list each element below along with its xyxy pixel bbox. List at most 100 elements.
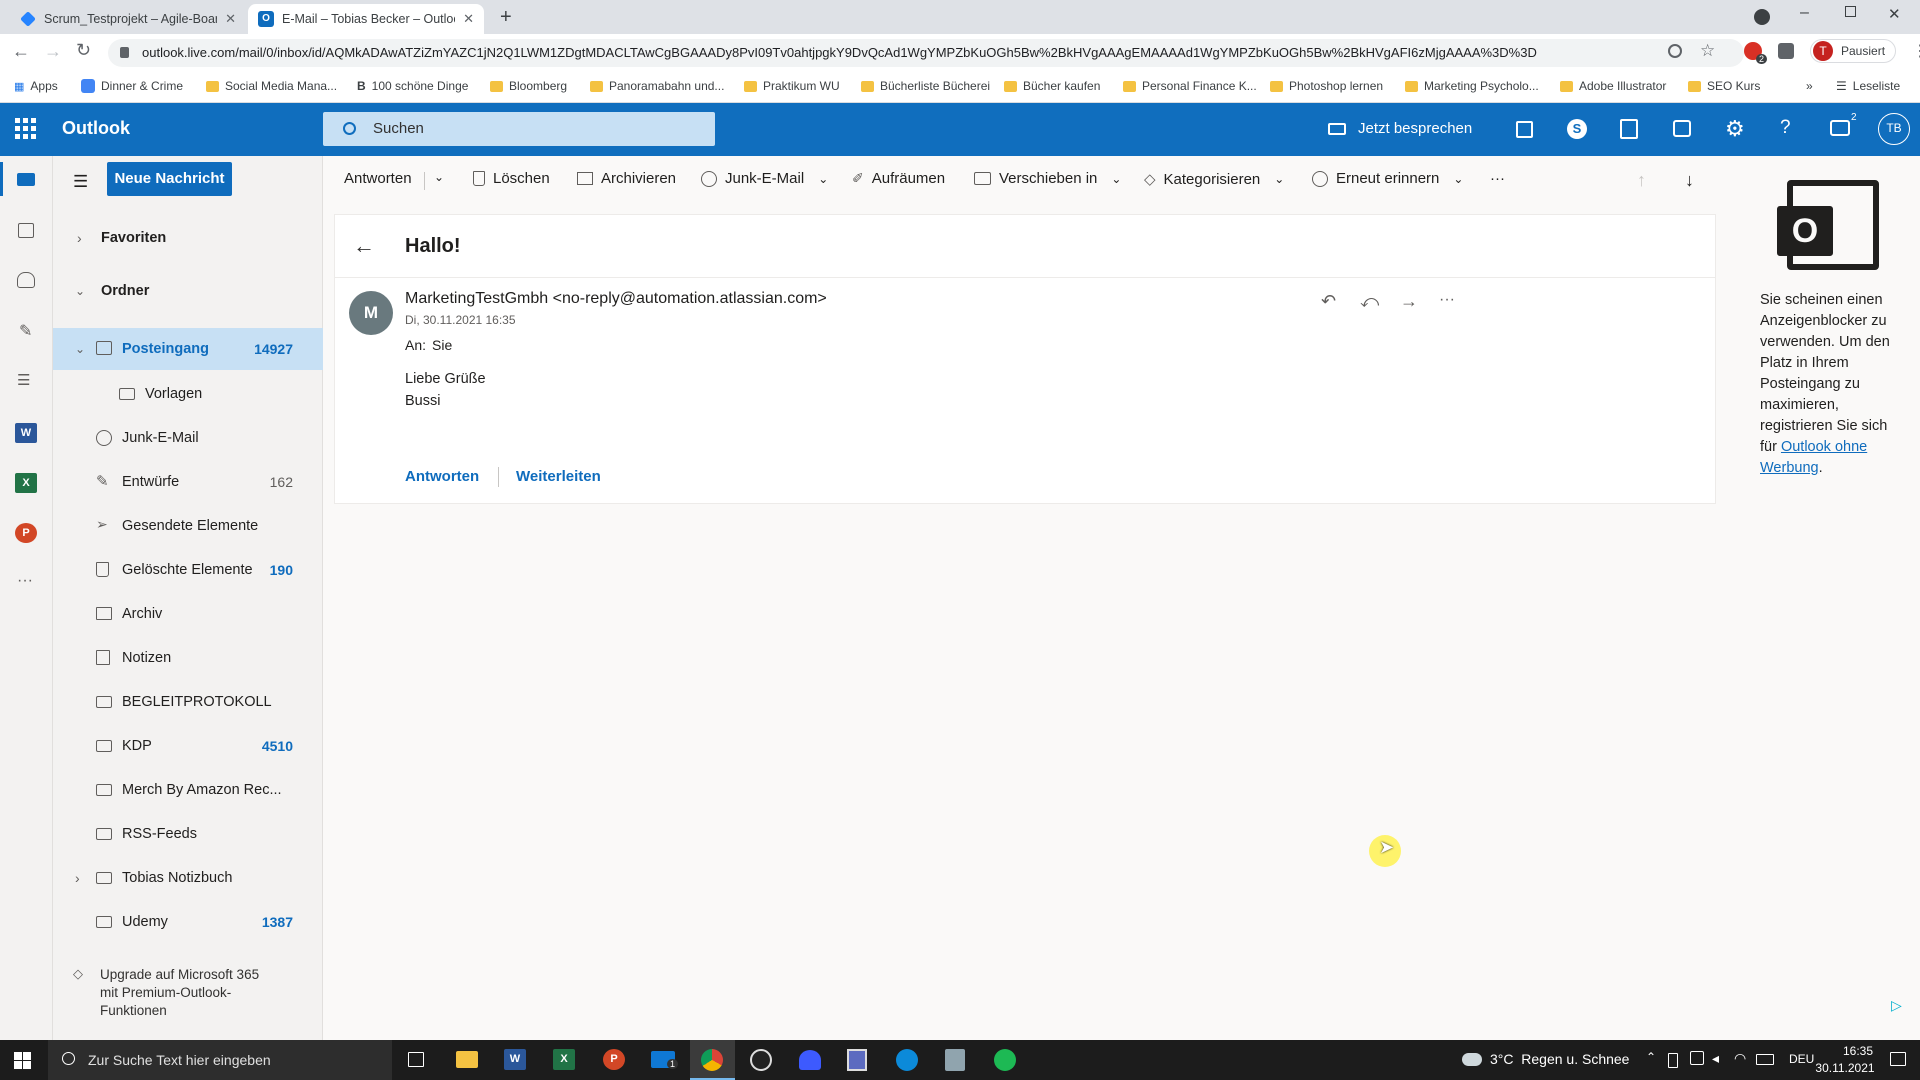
folder-inbox[interactable]: ⌄ Posteingang 14927: [53, 328, 323, 370]
bookmark-star-icon[interactable]: ☆: [1700, 41, 1715, 61]
browser-tab-outlook[interactable]: O E-Mail – Tobias Becker – Outlook ✕: [248, 4, 484, 34]
keyboard-icon[interactable]: [1756, 1054, 1774, 1065]
favorites-header[interactable]: › Favoriten: [53, 218, 323, 258]
bookmark-item[interactable]: SEO Kurs: [1688, 79, 1760, 93]
bookmark-item[interactable]: Dinner & Crime: [81, 79, 183, 93]
taskbar-search-box[interactable]: Zur Suche Text hier eingeben: [48, 1040, 392, 1080]
notification-center-icon[interactable]: [1890, 1052, 1906, 1066]
browser-menu-icon[interactable]: ⋮: [1912, 41, 1920, 61]
close-tab-icon[interactable]: ✕: [225, 11, 236, 27]
chrome-taskbar-icon[interactable]: [701, 1049, 723, 1071]
bookmark-apps[interactable]: ▦ Apps: [14, 79, 58, 93]
junk-button[interactable]: Junk-E-Mail ⌄: [701, 170, 828, 187]
powerpoint-taskbar-icon[interactable]: P: [603, 1049, 625, 1070]
zoom-icon[interactable]: [1668, 44, 1682, 58]
extension-icon[interactable]: 2: [1744, 42, 1767, 64]
puzzle-icon[interactable]: [1778, 43, 1794, 59]
help-icon[interactable]: ?: [1780, 117, 1791, 139]
minimize-button[interactable]: –: [1800, 4, 1809, 22]
bookmark-item[interactable]: Panoramabahn und...: [590, 79, 724, 93]
network-icon[interactable]: [1690, 1051, 1704, 1065]
folder-item[interactable]: Archiv: [53, 594, 323, 634]
tab-search-icon[interactable]: [1754, 9, 1770, 25]
todo-icon[interactable]: ☰: [17, 371, 30, 389]
bookmark-item[interactable]: Bloomberg: [490, 79, 567, 93]
more-actions-button[interactable]: ···: [1490, 170, 1505, 187]
folder-item[interactable]: ✎ Entwürfe 162: [53, 462, 323, 502]
back-icon[interactable]: ←: [12, 41, 30, 62]
tray-chevron-up-icon[interactable]: ⌃: [1646, 1050, 1656, 1064]
folder-item[interactable]: Junk-E-Mail: [53, 418, 323, 458]
forward-icon[interactable]: →: [44, 41, 62, 62]
powerpoint-icon[interactable]: P: [15, 523, 37, 543]
previous-message-arrow-icon[interactable]: ↑: [1637, 170, 1646, 191]
reading-list[interactable]: ☰ Leseliste: [1836, 79, 1900, 93]
reply-dropdown[interactable]: ⌄: [434, 170, 444, 184]
more-options-icon[interactable]: ···: [1439, 291, 1455, 309]
more-apps-icon[interactable]: ···: [17, 572, 33, 590]
meet-now-button[interactable]: Jetzt besprechen: [1328, 120, 1472, 137]
bookmark-item[interactable]: Praktikum WU: [744, 79, 840, 93]
new-message-button[interactable]: Neue Nachricht: [107, 162, 232, 196]
file-explorer-icon[interactable]: [456, 1051, 478, 1068]
bookmark-item[interactable]: Social Media Mana...: [206, 79, 337, 93]
bookmark-item[interactable]: Bücher kaufen: [1004, 79, 1100, 93]
new-tab-button[interactable]: +: [500, 6, 512, 29]
skype-icon[interactable]: S: [1567, 119, 1587, 139]
clock-date[interactable]: 30.11.2021: [1806, 1061, 1884, 1075]
notifications-icon[interactable]: 2: [1830, 112, 1860, 136]
calendar-icon[interactable]: [18, 223, 34, 238]
back-arrow-icon[interactable]: ←: [353, 233, 375, 259]
folder-item[interactable]: Notizen: [53, 638, 323, 678]
task-view-icon[interactable]: [408, 1052, 424, 1067]
bookmark-item[interactable]: Photoshop lernen: [1270, 79, 1383, 93]
more-bookmarks-icon[interactable]: »: [1806, 79, 1813, 93]
excel-taskbar-icon[interactable]: X: [553, 1049, 575, 1070]
sweep-button[interactable]: ✐ Aufräumen: [852, 170, 945, 187]
bookmark-item[interactable]: Bücherliste Bücherei: [861, 79, 990, 93]
clock-time[interactable]: 16:35: [1832, 1044, 1884, 1058]
move-button[interactable]: Verschieben in ⌄: [974, 170, 1121, 187]
bookmark-item[interactable]: Marketing Psycholo...: [1405, 79, 1539, 93]
chevron-right-icon[interactable]: ›: [75, 870, 80, 886]
ad-free-link[interactable]: Outlook ohne Werbung: [1760, 439, 1867, 476]
user-avatar[interactable]: TB: [1878, 113, 1910, 145]
mail-icon[interactable]: [17, 173, 35, 186]
reply-icon[interactable]: ↶: [1321, 291, 1336, 312]
reply-button[interactable]: Antworten: [344, 170, 412, 187]
search-box[interactable]: Suchen: [323, 112, 715, 146]
profile-button[interactable]: T Pausiert: [1810, 39, 1897, 63]
mail-taskbar-icon[interactable]: 1: [651, 1051, 679, 1069]
folder-item[interactable]: RSS-Feeds: [53, 814, 323, 854]
close-window-button[interactable]: ✕: [1888, 5, 1901, 23]
wifi-icon[interactable]: ◠: [1734, 1050, 1746, 1067]
word-icon[interactable]: W: [15, 423, 37, 443]
reload-icon[interactable]: ↻: [76, 40, 91, 61]
office-icon[interactable]: [1620, 119, 1638, 139]
bookmark-item[interactable]: Personal Finance K...: [1123, 79, 1257, 93]
recipient-name[interactable]: Sie: [432, 337, 452, 353]
app-taskbar-icon[interactable]: [799, 1050, 821, 1070]
folder-item[interactable]: KDP 4510: [53, 726, 323, 766]
folder-item[interactable]: Udemy 1387: [53, 902, 323, 942]
spotify-taskbar-icon[interactable]: [994, 1049, 1016, 1071]
app-name[interactable]: Outlook: [62, 118, 130, 139]
sender-name[interactable]: MarketingTestGmbh <no-reply@automation.a…: [405, 290, 827, 308]
my-day-icon[interactable]: [1516, 121, 1533, 138]
forward-icon[interactable]: →: [1400, 291, 1418, 312]
reply-link[interactable]: Antworten: [405, 468, 479, 485]
folder-item[interactable]: › Tobias Notizbuch: [53, 858, 323, 898]
volume-icon[interactable]: ◂: [1712, 1050, 1719, 1067]
battery-icon[interactable]: [1668, 1053, 1678, 1068]
snooze-button[interactable]: Erneut erinnern ⌄: [1312, 170, 1463, 187]
weather-widget[interactable]: 3°C Regen u. Schnee: [1462, 1051, 1629, 1067]
bookmark-item[interactable]: B 100 schöne Dinge: [357, 79, 468, 93]
obs-taskbar-icon[interactable]: [750, 1049, 772, 1071]
paperclip-icon[interactable]: ✎: [19, 321, 32, 341]
ad-choices-icon[interactable]: ▷: [1891, 997, 1902, 1014]
reply-all-icon[interactable]: ⤺: [1360, 291, 1379, 312]
folder-item[interactable]: ➢ Gesendete Elemente: [53, 506, 323, 546]
archive-button[interactable]: Archivieren: [577, 170, 676, 187]
settings-gear-icon[interactable]: ⚙: [1725, 116, 1745, 142]
folders-header[interactable]: ⌄ Ordner: [53, 271, 323, 311]
